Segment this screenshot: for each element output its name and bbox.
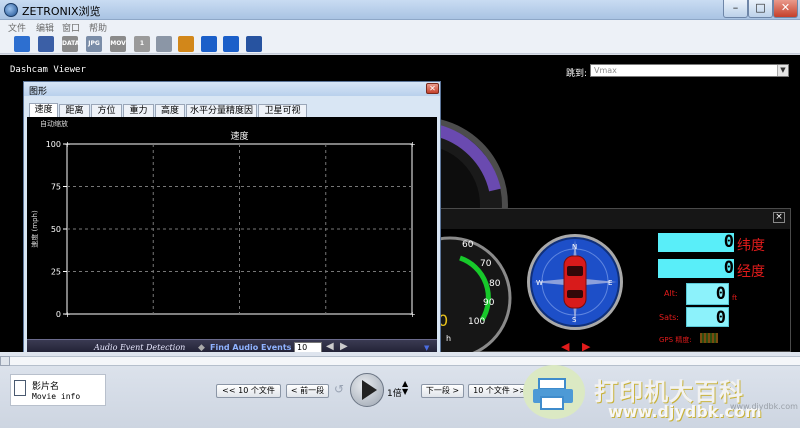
next-10-files-button[interactable]: 10 个文件 >>	[468, 384, 531, 398]
y-tick-label: 100	[46, 140, 61, 149]
y-tick-label: 25	[51, 268, 61, 277]
speedo-tick: 80	[489, 279, 501, 289]
y-tick-label: 0	[56, 310, 61, 319]
close-button[interactable]: ✕	[773, 0, 798, 18]
chevron-down-icon[interactable]: ▼	[777, 65, 788, 76]
y-axis-label: 速度 (mph)	[30, 210, 39, 248]
chart-title: 速度	[230, 130, 248, 142]
menu-window[interactable]: 窗口	[62, 21, 80, 34]
speed-unit: h	[446, 334, 451, 343]
compass-label: S	[572, 316, 577, 324]
speed-stepper-icon[interactable]: ▲ ▼	[402, 380, 408, 396]
open-folder-icon[interactable]	[14, 36, 30, 52]
window-title: ZETRONIX浏览	[22, 5, 101, 18]
printer-icon	[533, 378, 573, 410]
playback-speed: 1倍	[387, 389, 402, 399]
car-icon	[563, 255, 587, 309]
minimize-button[interactable]: –	[723, 0, 748, 18]
timeline-icon[interactable]	[156, 36, 172, 52]
rewind-icon[interactable]: ↺	[334, 382, 344, 396]
graph-tab[interactable]: 水平分量精度因子	[186, 104, 257, 128]
latitude-value: 0	[723, 232, 734, 252]
jump-to-label: 跳到:	[566, 69, 588, 79]
scroll-thumb[interactable]	[0, 356, 10, 366]
altitude-label: Alt:	[664, 289, 678, 298]
arrow-left-icon[interactable]: ◀	[326, 341, 334, 352]
dashboard-header	[438, 209, 790, 229]
save-icon[interactable]	[38, 36, 54, 52]
speedo-tick: 100	[468, 317, 485, 327]
graph-tab[interactable]: 重力	[123, 104, 154, 117]
compass-label: W	[536, 279, 543, 287]
audio-event-label: Audio Event Detection	[94, 343, 186, 352]
graph-tab[interactable]: 高度	[155, 104, 185, 117]
satellites-label: Sats:	[659, 313, 679, 322]
altitude-value: 0	[686, 283, 729, 305]
graph-tab[interactable]: 速度	[29, 103, 58, 118]
data-export-icon[interactable]: DATA	[62, 36, 79, 52]
y-tick-label: 75	[51, 183, 61, 192]
jpg-export-icon[interactable]: JPG	[86, 36, 102, 52]
menu-file[interactable]: 文件	[8, 21, 26, 34]
compass-label: E	[608, 279, 612, 287]
timeline-scrollbar[interactable]	[0, 356, 800, 366]
movie-file-icon	[14, 380, 26, 396]
mov-export-icon[interactable]: MOV	[110, 36, 126, 52]
movie-info: Movie info	[32, 392, 81, 401]
chevron-down-icon[interactable]: ▼	[424, 344, 429, 352]
longitude-label: 经度	[737, 264, 765, 280]
plot-corner-marker: +	[64, 140, 71, 149]
background-gauge	[430, 117, 508, 220]
plot-corner-marker: +	[409, 140, 416, 149]
graph-tab[interactable]: 卫星可视	[258, 104, 307, 117]
speedo-tick: 70	[480, 259, 492, 269]
viewer-label: Dashcam Viewer	[10, 65, 86, 75]
menu-help[interactable]: 帮助	[89, 21, 107, 34]
one-view-icon[interactable]: 1	[134, 36, 150, 52]
speedometer: 60 70 80 90 100 0 h	[438, 236, 512, 352]
graph-close-button[interactable]: ✕	[426, 83, 439, 94]
watermark-url-gray: www.djydbk.com	[730, 402, 798, 411]
app-logo-icon	[4, 3, 18, 17]
settings-gear-icon[interactable]	[246, 36, 262, 52]
find-audio-events-link[interactable]: Find Audio Events	[210, 343, 291, 352]
window-titlebar[interactable]	[0, 0, 800, 20]
jump-to-select[interactable]: Vmax	[590, 64, 789, 77]
prev-segment-button[interactable]: < 前一段	[286, 384, 329, 398]
y-tick-label: 50	[51, 225, 61, 234]
maximize-button[interactable]: □	[748, 0, 773, 18]
longitude-value: 0	[723, 258, 734, 278]
speedo-tick: 60	[462, 240, 474, 250]
graph-tab[interactable]: 距离	[59, 104, 90, 117]
latitude-label: 纬度	[737, 238, 765, 254]
graph-tab[interactable]: 方位	[91, 104, 122, 117]
split-icon[interactable]	[223, 36, 239, 52]
prev-10-files-button[interactable]: << 10 个文件	[216, 384, 281, 398]
speed-chart: 速度速度 (mph)0255075100 + ++ +	[30, 130, 416, 319]
movie-name: 影片名	[32, 382, 60, 392]
graph-window-title: 图形	[29, 87, 48, 97]
satellites-value: 0	[686, 307, 729, 328]
plot-corner-marker: +	[64, 310, 71, 319]
menu-bar	[0, 20, 800, 34]
gps-accuracy-label: GPS 精度:	[659, 336, 692, 344]
graph-window-titlebar[interactable]	[24, 82, 440, 96]
arrow-right-icon[interactable]: ▶	[340, 341, 348, 352]
compass-label: N	[572, 243, 577, 251]
next-segment-button[interactable]: 下一段 >	[421, 384, 464, 398]
plot-corner-marker: +	[409, 310, 416, 319]
speedo-tick: 90	[483, 298, 495, 308]
map-icon[interactable]	[178, 36, 194, 52]
dashboard-close-button[interactable]: ×	[773, 212, 785, 223]
play-icon	[362, 380, 377, 400]
altitude-unit: ft	[732, 294, 738, 302]
compass: N E S W	[527, 234, 623, 330]
fullscreen-icon[interactable]	[201, 36, 217, 52]
gps-accuracy-bars	[700, 333, 718, 343]
menu-edit[interactable]: 编辑	[36, 21, 54, 34]
